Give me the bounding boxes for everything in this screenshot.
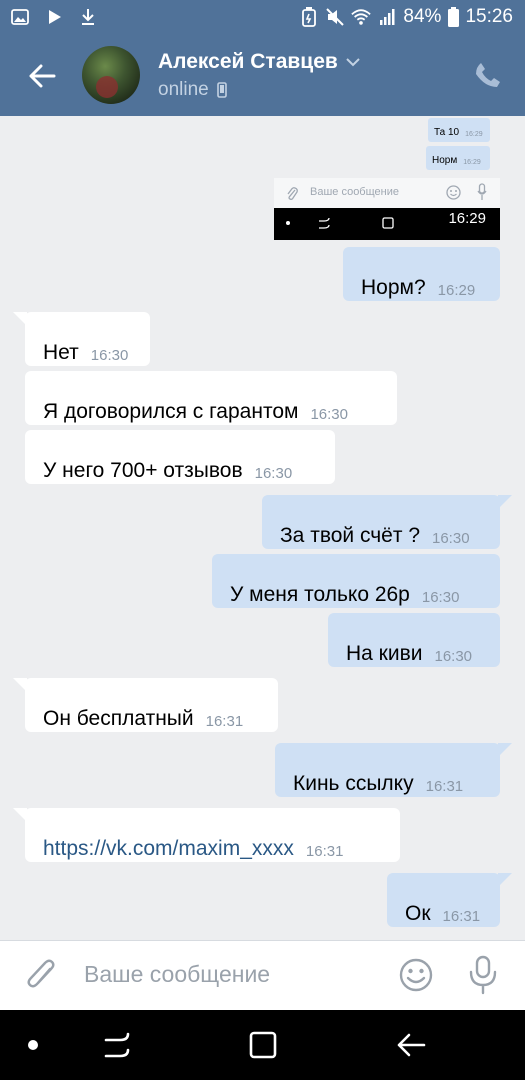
wifi-icon (351, 7, 372, 27)
phone-icon[interactable] (473, 60, 505, 92)
play-icon (44, 7, 64, 27)
android-navbar (0, 1010, 525, 1080)
paperclip-icon (287, 187, 298, 200)
avatar[interactable] (82, 46, 140, 104)
mobile-icon (216, 82, 227, 98)
home-icon[interactable] (248, 1030, 278, 1060)
embedded-composer: Ваше сообщение (274, 178, 500, 208)
mute-icon (325, 7, 345, 27)
home-icon (382, 217, 394, 229)
message-out[interactable]: На киви 16:30 (328, 613, 500, 667)
microphone-icon[interactable] (466, 955, 502, 995)
dot-icon (286, 221, 290, 225)
battery-saver-icon (299, 7, 319, 27)
embedded-bubble: Та 10 16:29 (428, 118, 490, 142)
contact-status: online (158, 79, 227, 101)
message-in[interactable]: Я договорился с гарантом 16:30 (25, 371, 397, 425)
contact-name[interactable]: Алексей Ставцев (158, 50, 360, 74)
back-arrow-icon[interactable] (22, 58, 62, 94)
recent-apps-icon[interactable] (100, 1030, 134, 1060)
embedded-navbar: 16:29 (274, 208, 500, 240)
message-out[interactable]: У меня только 26р 16:30 (212, 554, 500, 608)
download-icon (78, 7, 98, 27)
message-in[interactable]: Нет 16:30 (13, 312, 150, 366)
back-icon[interactable] (394, 1030, 428, 1060)
smile-icon[interactable] (398, 957, 434, 993)
message-in[interactable]: https://vk.com/maxim_xxxx 16:31 (13, 808, 400, 862)
chat-area[interactable]: Та 10 16:29 Норм 16:29 Ваше сообщение 16… (0, 116, 525, 940)
paperclip-icon[interactable] (24, 957, 60, 995)
message-out[interactable]: За твой счёт ? 16:30 (262, 495, 512, 549)
message-input[interactable]: Ваше сообщение (84, 961, 270, 988)
message-composer: Ваше сообщение (0, 940, 525, 1010)
embedded-screenshot[interactable]: Ваше сообщение 16:29 (274, 178, 500, 240)
smile-icon (446, 185, 461, 200)
contact-name-text: Алексей Ставцев (158, 50, 338, 73)
embedded-time: 16:29 (448, 210, 486, 227)
message-out[interactable]: Норм? 16:29 (343, 247, 500, 301)
battery-percent: 84% (403, 6, 442, 27)
microphone-icon (477, 183, 487, 200)
status-text: online (158, 79, 209, 100)
image-icon (10, 7, 30, 27)
message-out[interactable]: Ок 16:31 (387, 873, 512, 927)
message-out[interactable]: Кинь ссылку 16:31 (275, 743, 512, 797)
message-in[interactable]: У него 700+ отзывов 16:30 (25, 430, 335, 484)
chat-header: Алексей Ставцев online (0, 36, 525, 116)
status-bar: 84% 15:26 (0, 0, 525, 36)
message-in[interactable]: Он бесплатный 16:31 (13, 678, 278, 732)
dot-icon[interactable] (28, 1040, 38, 1050)
signal-icon (377, 7, 397, 27)
message-link[interactable]: https://vk.com/maxim_xxxx (43, 836, 294, 862)
embedded-bubble: Норм 16:29 (426, 146, 490, 170)
clock: 15:26 (465, 6, 513, 27)
recent-apps-icon (319, 217, 330, 229)
chevron-down-icon[interactable] (346, 57, 360, 67)
battery-icon (447, 7, 459, 27)
